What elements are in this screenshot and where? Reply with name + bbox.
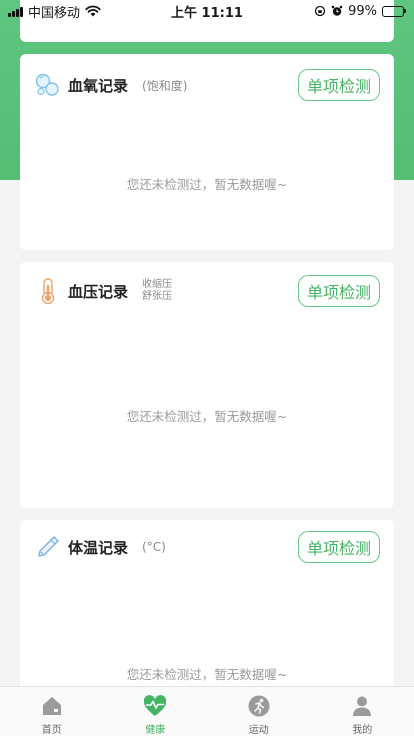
running-icon bbox=[247, 694, 271, 718]
pressure-card-subtitle: 收缩压 舒张压 bbox=[142, 279, 172, 303]
tab-home[interactable]: 首页 bbox=[0, 687, 104, 736]
oxygen-card: 血氧记录 (饱和度) 单项检测 您还未检测过，暂无数据喔~ bbox=[20, 54, 394, 250]
signal-icon bbox=[8, 6, 23, 17]
tab-mine[interactable]: 我的 bbox=[311, 687, 414, 736]
pressure-card-title: 血压记录 bbox=[68, 282, 129, 301]
pressure-single-test-button[interactable]: 单项检测 bbox=[297, 275, 380, 307]
temperature-card-title: 体温记录 bbox=[68, 538, 129, 557]
oxygen-card-header: 血氧记录 (饱和度) 单项检测 bbox=[34, 68, 380, 102]
pressure-card: 血压记录 收缩压 舒张压 单项检测 您还未检测过，暂无数据喔~ bbox=[20, 262, 394, 508]
tab-health[interactable]: 健康 bbox=[104, 687, 208, 736]
battery-percent: 99% bbox=[348, 3, 377, 19]
person-icon bbox=[350, 694, 374, 718]
systolic-label: 收缩压 bbox=[142, 279, 173, 290]
tab-health-label: 健康 bbox=[145, 725, 166, 736]
temperature-card: 体温记录 (°C) 单项检测 您还未检测过，暂无数据喔~ bbox=[20, 520, 394, 686]
rotation-lock-icon bbox=[314, 5, 326, 17]
battery-icon bbox=[382, 5, 406, 17]
diastolic-label: 舒张压 bbox=[142, 291, 173, 302]
tab-sports[interactable]: 运动 bbox=[207, 687, 311, 736]
temperature-empty-message: 您还未检测过，暂无数据喔~ bbox=[126, 667, 288, 682]
oxygen-bubbles-icon bbox=[34, 71, 62, 99]
wifi-icon bbox=[85, 5, 101, 17]
thermometer-icon bbox=[34, 277, 62, 305]
oxygen-empty-message: 您还未检测过，暂无数据喔~ bbox=[126, 177, 288, 192]
pressure-empty-message: 您还未检测过，暂无数据喔~ bbox=[126, 409, 288, 424]
status-right: 99% bbox=[314, 4, 406, 19]
oxygen-card-subtitle: (饱和度) bbox=[142, 78, 188, 93]
tab-home-label: 首页 bbox=[41, 725, 62, 736]
heart-pulse-icon bbox=[143, 694, 167, 718]
tab-bar: 首页 健康 运动 我的 bbox=[0, 686, 414, 736]
pressure-card-header: 血压记录 收缩压 舒张压 单项检测 bbox=[34, 274, 380, 308]
tab-mine-label: 我的 bbox=[352, 725, 373, 736]
oxygen-single-test-button[interactable]: 单项检测 bbox=[297, 69, 380, 101]
tab-sports-label: 运动 bbox=[248, 725, 269, 736]
pen-thermometer-icon bbox=[34, 533, 62, 561]
carrier-label: 中国移动 bbox=[28, 5, 81, 21]
temperature-card-subtitle: (°C) bbox=[142, 540, 166, 554]
alarm-icon bbox=[331, 5, 343, 16]
status-bar: 中国移动 上午 11:11 99% bbox=[0, 0, 414, 22]
temperature-card-header: 体温记录 (°C) 单项检测 bbox=[34, 530, 380, 564]
oxygen-card-title: 血氧记录 bbox=[68, 76, 129, 95]
temperature-single-test-button[interactable]: 单项检测 bbox=[297, 531, 380, 563]
status-left: 中国移动 bbox=[8, 2, 101, 21]
home-icon bbox=[40, 694, 64, 718]
